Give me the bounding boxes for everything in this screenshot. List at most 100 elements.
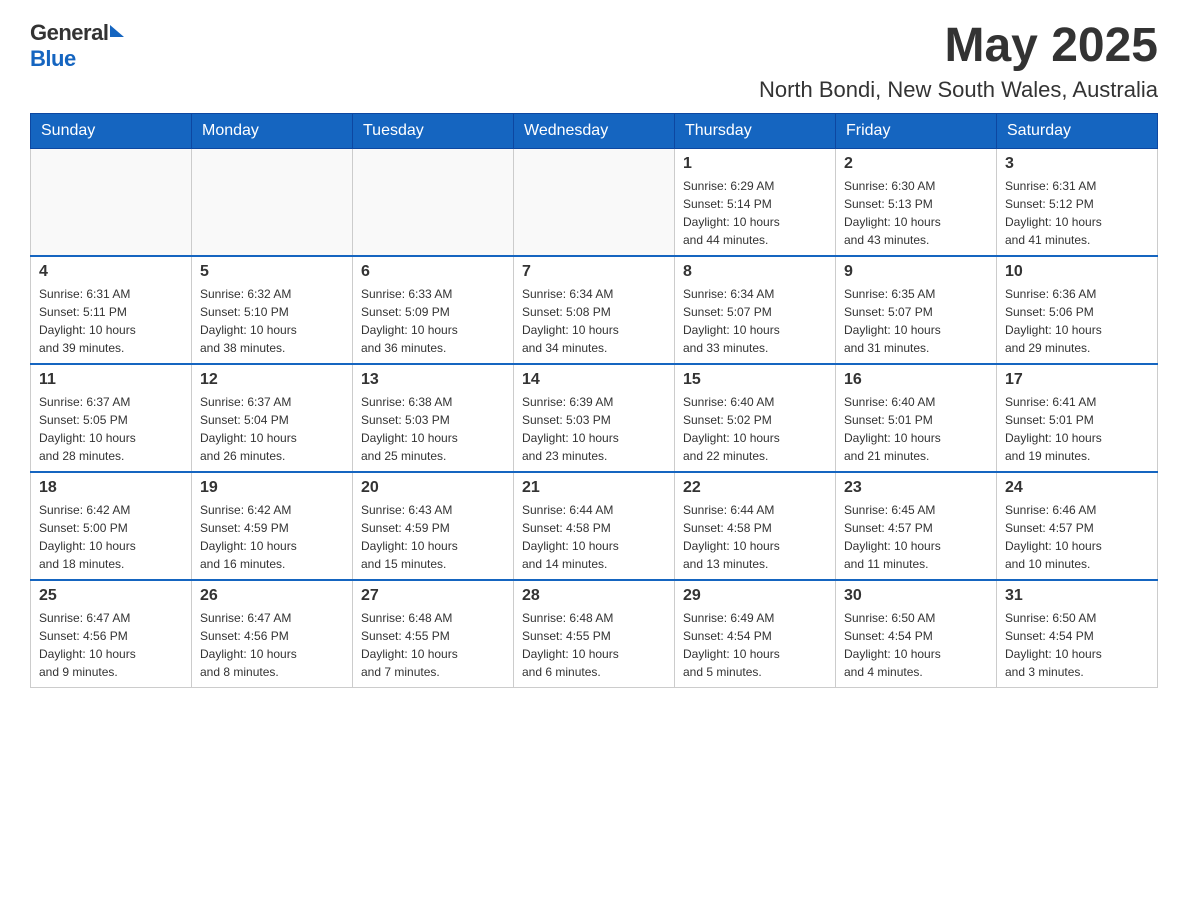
calendar-header-row: SundayMondayTuesdayWednesdayThursdayFrid… [31, 113, 1158, 148]
calendar-cell: 4 Sunrise: 6:31 AMSunset: 5:11 PMDaylight… [31, 256, 192, 364]
day-number: 29 [683, 587, 827, 605]
page-header: General Blue May 2025 North Bondi, New S… [30, 20, 1158, 103]
day-number: 5 [200, 263, 344, 281]
calendar-cell: 11 Sunrise: 6:37 AMSunset: 5:05 PMDayligh… [31, 364, 192, 472]
calendar-cell: 17Sunrise: 6:41 AMSunset: 5:01 PMDayligh… [997, 364, 1158, 472]
calendar-cell [514, 148, 675, 256]
day-number: 27 [361, 587, 505, 605]
day-number: 31 [1005, 587, 1149, 605]
day-number: 19 [200, 479, 344, 497]
calendar-header-tuesday: Tuesday [353, 113, 514, 148]
day-number: 22 [683, 479, 827, 497]
day-number: 21 [522, 479, 666, 497]
calendar-cell: 22 Sunrise: 6:44 AMSunset: 4:58 PMDayligh… [675, 472, 836, 580]
day-number: 2 [844, 155, 988, 173]
day-info: Sunrise: 6:35 AMSunset: 5:07 PMDaylight:… [844, 285, 988, 357]
day-number: 6 [361, 263, 505, 281]
day-info: Sunrise: 6:46 AMSunset: 4:57 PMDaylight:… [1005, 501, 1149, 573]
day-number: 15 [683, 371, 827, 389]
location-subtitle: North Bondi, New South Wales, Australia [759, 77, 1158, 103]
day-number: 28 [522, 587, 666, 605]
day-number: 13 [361, 371, 505, 389]
calendar-cell: 19 Sunrise: 6:42 AMSunset: 4:59 PMDayligh… [192, 472, 353, 580]
calendar-header-monday: Monday [192, 113, 353, 148]
calendar-cell: 21Sunrise: 6:44 AMSunset: 4:58 PMDayligh… [514, 472, 675, 580]
calendar-cell: 6 Sunrise: 6:33 AMSunset: 5:09 PMDaylight… [353, 256, 514, 364]
calendar-cell: 7 Sunrise: 6:34 AMSunset: 5:08 PMDaylight… [514, 256, 675, 364]
calendar-cell: 27 Sunrise: 6:48 AMSunset: 4:55 PMDayligh… [353, 580, 514, 688]
day-number: 7 [522, 263, 666, 281]
day-info: Sunrise: 6:39 AMSunset: 5:03 PMDaylight:… [522, 393, 666, 465]
calendar-cell: 25 Sunrise: 6:47 AMSunset: 4:56 PMDayligh… [31, 580, 192, 688]
calendar-cell: 2 Sunrise: 6:30 AMSunset: 5:13 PMDaylight… [836, 148, 997, 256]
day-info: Sunrise: 6:41 AMSunset: 5:01 PMDaylight:… [1005, 393, 1149, 465]
calendar-cell [31, 148, 192, 256]
day-info: Sunrise: 6:43 AMSunset: 4:59 PMDaylight:… [361, 501, 505, 573]
calendar-cell [353, 148, 514, 256]
day-number: 1 [683, 155, 827, 173]
calendar-cell: 3Sunrise: 6:31 AMSunset: 5:12 PMDaylight… [997, 148, 1158, 256]
day-number: 18 [39, 479, 183, 497]
calendar-week-row: 1 Sunrise: 6:29 AMSunset: 5:14 PMDaylight… [31, 148, 1158, 256]
title-block: May 2025 North Bondi, New South Wales, A… [759, 20, 1158, 103]
day-info: Sunrise: 6:34 AMSunset: 5:07 PMDaylight:… [683, 285, 827, 357]
logo-arrow-icon [110, 25, 124, 37]
calendar-cell: 12 Sunrise: 6:37 AMSunset: 5:04 PMDayligh… [192, 364, 353, 472]
calendar-cell: 16 Sunrise: 6:40 AMSunset: 5:01 PMDayligh… [836, 364, 997, 472]
day-info: Sunrise: 6:31 AMSunset: 5:12 PMDaylight:… [1005, 177, 1149, 249]
calendar-cell: 8 Sunrise: 6:34 AMSunset: 5:07 PMDaylight… [675, 256, 836, 364]
day-info: Sunrise: 6:37 AMSunset: 5:04 PMDaylight:… [200, 393, 344, 465]
logo-blue-text: Blue [30, 46, 76, 72]
calendar-cell [192, 148, 353, 256]
day-info: Sunrise: 6:29 AMSunset: 5:14 PMDaylight:… [683, 177, 827, 249]
day-number: 11 [39, 371, 183, 389]
day-info: Sunrise: 6:42 AMSunset: 4:59 PMDaylight:… [200, 501, 344, 573]
day-info: Sunrise: 6:36 AMSunset: 5:06 PMDaylight:… [1005, 285, 1149, 357]
calendar-cell: 10Sunrise: 6:36 AMSunset: 5:06 PMDayligh… [997, 256, 1158, 364]
day-info: Sunrise: 6:47 AMSunset: 4:56 PMDaylight:… [39, 609, 183, 681]
day-info: Sunrise: 6:30 AMSunset: 5:13 PMDaylight:… [844, 177, 988, 249]
day-number: 23 [844, 479, 988, 497]
day-number: 20 [361, 479, 505, 497]
calendar-header-saturday: Saturday [997, 113, 1158, 148]
day-number: 30 [844, 587, 988, 605]
calendar-cell: 5 Sunrise: 6:32 AMSunset: 5:10 PMDaylight… [192, 256, 353, 364]
calendar-cell: 29 Sunrise: 6:49 AMSunset: 4:54 PMDayligh… [675, 580, 836, 688]
day-number: 8 [683, 263, 827, 281]
day-info: Sunrise: 6:45 AMSunset: 4:57 PMDaylight:… [844, 501, 988, 573]
day-number: 9 [844, 263, 988, 281]
day-info: Sunrise: 6:37 AMSunset: 5:05 PMDaylight:… [39, 393, 183, 465]
day-number: 12 [200, 371, 344, 389]
calendar-week-row: 18 Sunrise: 6:42 AMSunset: 5:00 PMDayligh… [31, 472, 1158, 580]
logo-general-text: General [30, 20, 108, 46]
calendar-cell: 18 Sunrise: 6:42 AMSunset: 5:00 PMDayligh… [31, 472, 192, 580]
day-info: Sunrise: 6:40 AMSunset: 5:02 PMDaylight:… [683, 393, 827, 465]
day-info: Sunrise: 6:40 AMSunset: 5:01 PMDaylight:… [844, 393, 988, 465]
day-info: Sunrise: 6:31 AMSunset: 5:11 PMDaylight:… [39, 285, 183, 357]
day-info: Sunrise: 6:44 AMSunset: 4:58 PMDaylight:… [683, 501, 827, 573]
day-info: Sunrise: 6:38 AMSunset: 5:03 PMDaylight:… [361, 393, 505, 465]
calendar-table: SundayMondayTuesdayWednesdayThursdayFrid… [30, 113, 1158, 688]
calendar-cell: 13 Sunrise: 6:38 AMSunset: 5:03 PMDayligh… [353, 364, 514, 472]
day-number: 16 [844, 371, 988, 389]
calendar-week-row: 25 Sunrise: 6:47 AMSunset: 4:56 PMDayligh… [31, 580, 1158, 688]
day-info: Sunrise: 6:49 AMSunset: 4:54 PMDaylight:… [683, 609, 827, 681]
calendar-cell: 26Sunrise: 6:47 AMSunset: 4:56 PMDayligh… [192, 580, 353, 688]
day-info: Sunrise: 6:33 AMSunset: 5:09 PMDaylight:… [361, 285, 505, 357]
calendar-cell: 30Sunrise: 6:50 AMSunset: 4:54 PMDayligh… [836, 580, 997, 688]
calendar-cell: 31Sunrise: 6:50 AMSunset: 4:54 PMDayligh… [997, 580, 1158, 688]
day-number: 25 [39, 587, 183, 605]
day-info: Sunrise: 6:48 AMSunset: 4:55 PMDaylight:… [361, 609, 505, 681]
day-info: Sunrise: 6:34 AMSunset: 5:08 PMDaylight:… [522, 285, 666, 357]
calendar-header-thursday: Thursday [675, 113, 836, 148]
calendar-header-friday: Friday [836, 113, 997, 148]
day-number: 24 [1005, 479, 1149, 497]
calendar-week-row: 4 Sunrise: 6:31 AMSunset: 5:11 PMDaylight… [31, 256, 1158, 364]
day-info: Sunrise: 6:42 AMSunset: 5:00 PMDaylight:… [39, 501, 183, 573]
calendar-header-sunday: Sunday [31, 113, 192, 148]
calendar-cell: 9 Sunrise: 6:35 AMSunset: 5:07 PMDaylight… [836, 256, 997, 364]
calendar-cell: 14Sunrise: 6:39 AMSunset: 5:03 PMDayligh… [514, 364, 675, 472]
day-number: 4 [39, 263, 183, 281]
day-info: Sunrise: 6:48 AMSunset: 4:55 PMDaylight:… [522, 609, 666, 681]
day-info: Sunrise: 6:32 AMSunset: 5:10 PMDaylight:… [200, 285, 344, 357]
